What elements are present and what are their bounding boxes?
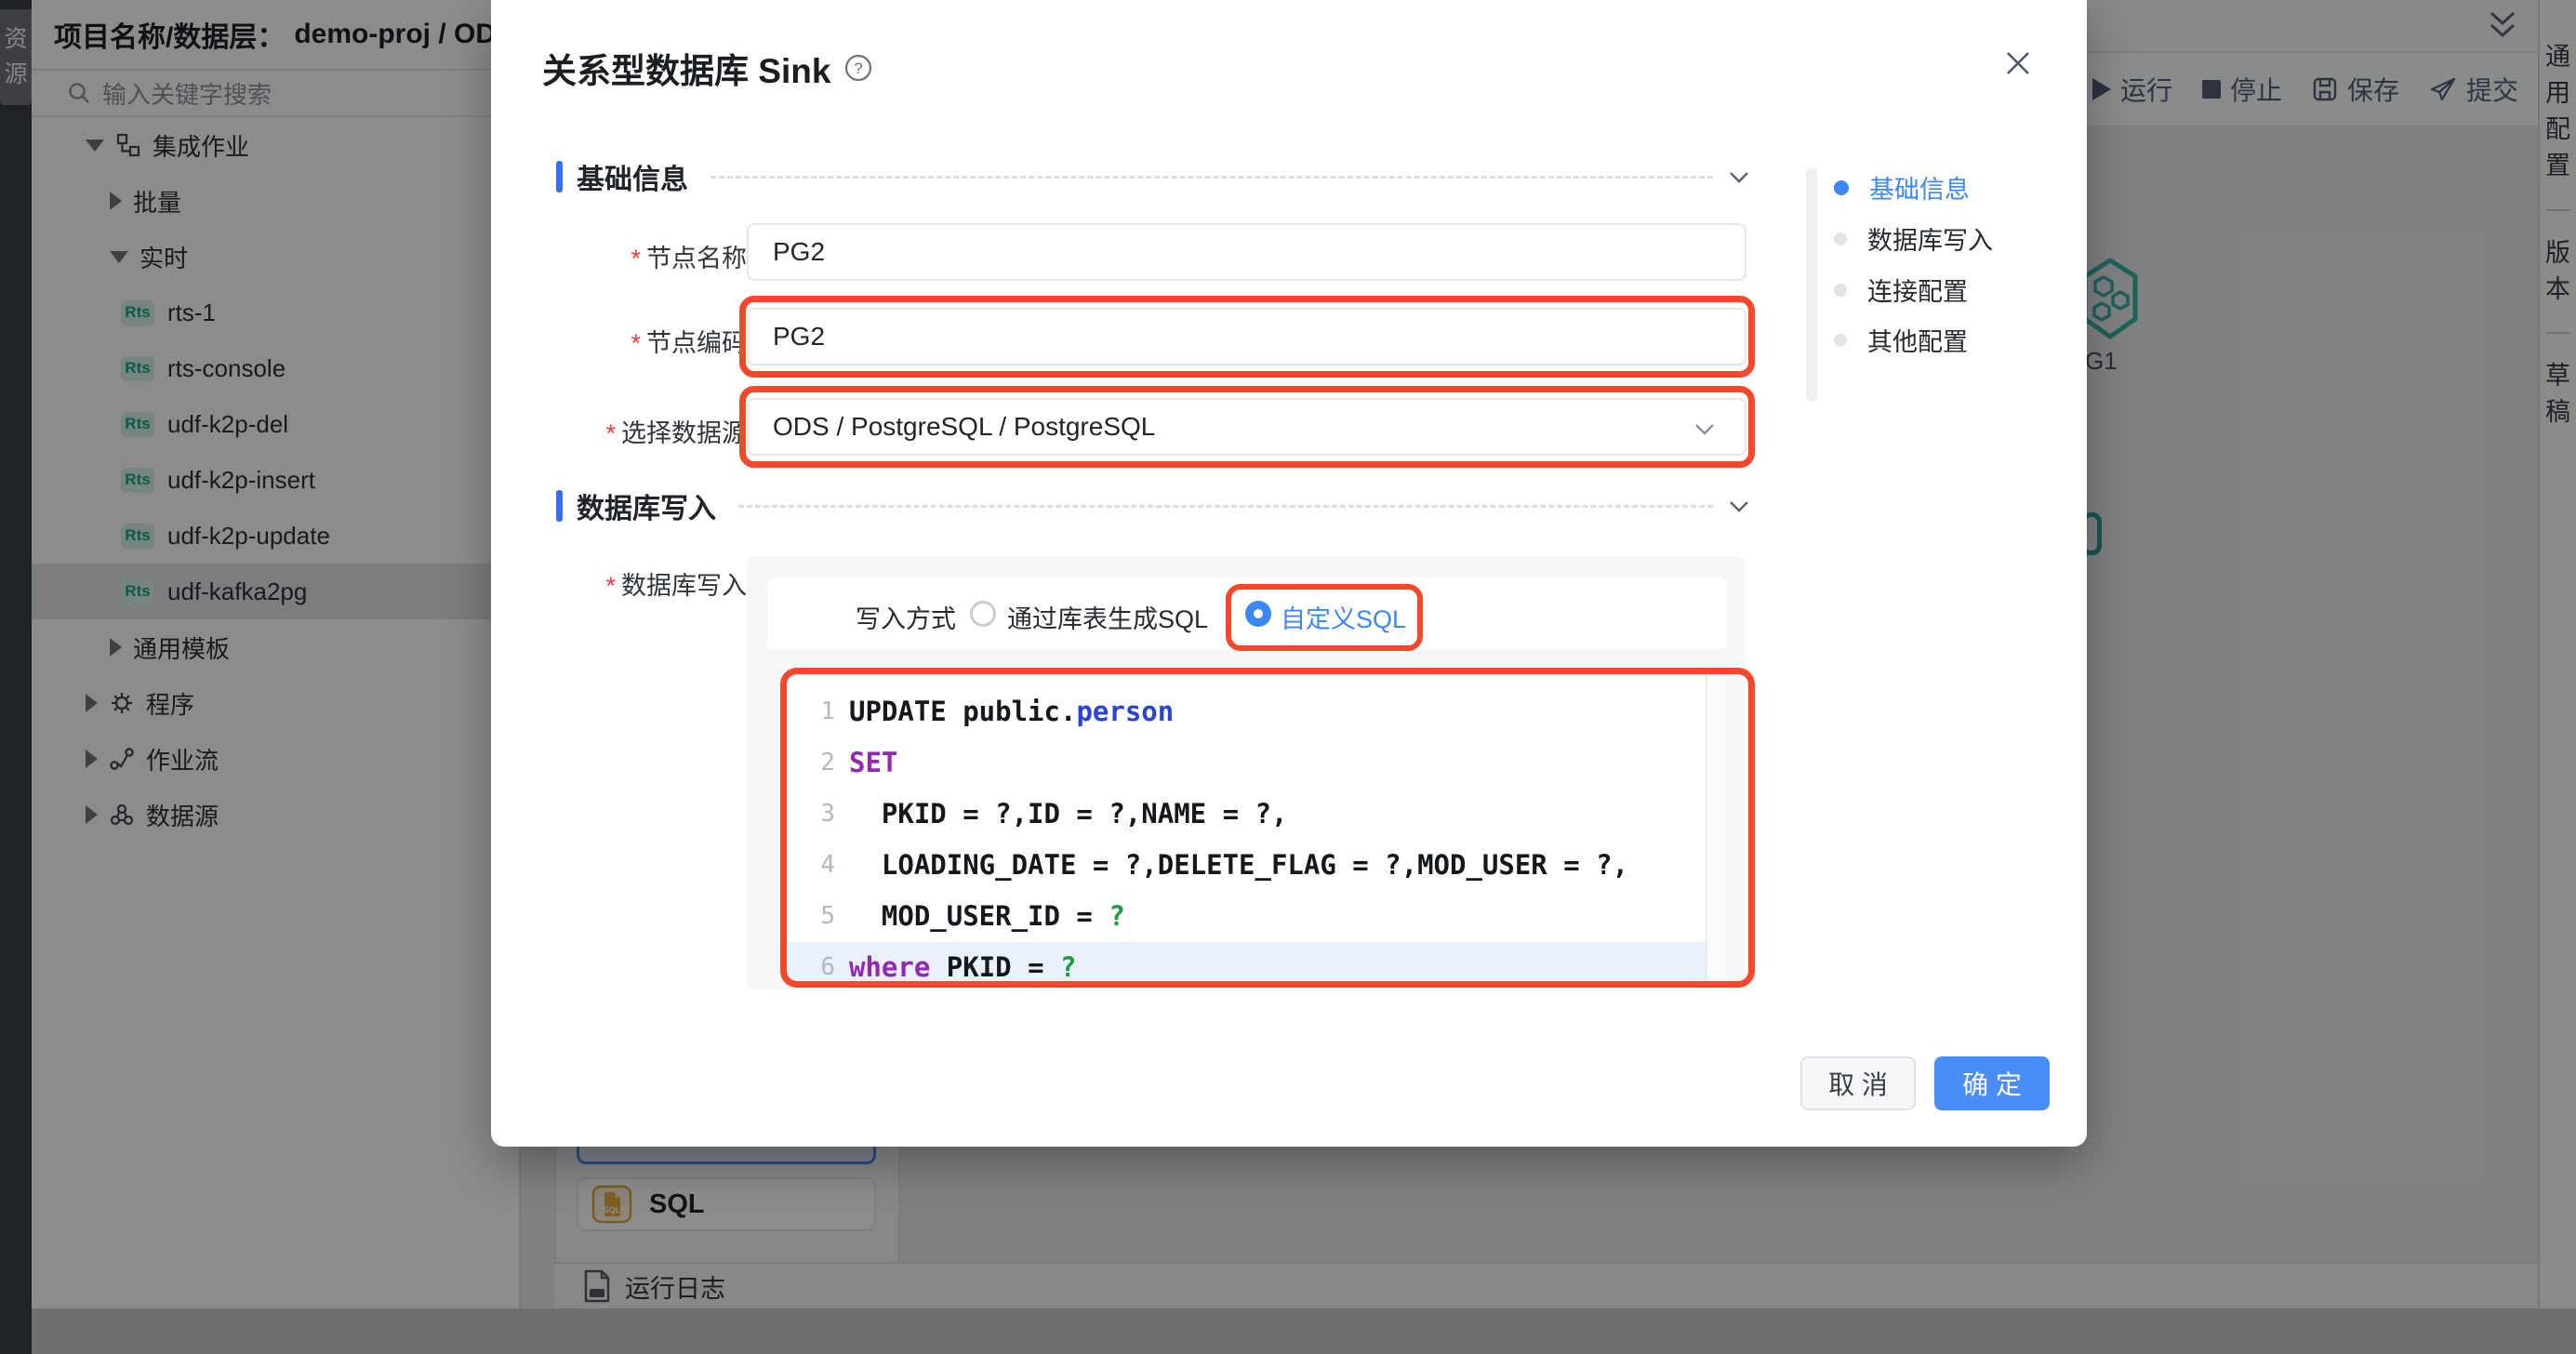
section-basic-info: 基础信息 <box>556 158 1752 195</box>
editor-scroll-gutter[interactable] <box>1707 675 1726 984</box>
section-db-write: 数据库写入 <box>556 487 1752 524</box>
sql-editor[interactable]: 1 2 3 4 5 6 UPDATE public.person SET PKI… <box>787 675 1726 984</box>
cancel-button[interactable]: 取 消 <box>1800 1056 1916 1110</box>
radio-generate-sql[interactable] <box>970 601 996 627</box>
line-numbers: 1 2 3 4 5 6 <box>787 686 835 984</box>
node-name-label: *节点名称 <box>556 238 747 274</box>
option-custom-sql[interactable]: 自定义SQL <box>1281 599 1406 635</box>
anchor-basic-info[interactable]: 基础信息 <box>1834 169 1970 206</box>
section-accent-bar <box>556 161 563 192</box>
svg-text:?: ? <box>855 60 863 77</box>
node-code-input[interactable]: PG2 <box>747 308 1746 365</box>
radio-custom-sql[interactable] <box>1245 601 1271 627</box>
confirm-button[interactable]: 确 定 <box>1934 1056 2050 1110</box>
chevron-down-icon <box>1693 417 1717 446</box>
dot-icon <box>1834 334 1847 347</box>
anchor-rail <box>1806 167 1817 402</box>
chevron-down-icon[interactable] <box>1726 494 1752 518</box>
datasource-label: *选择数据源 <box>556 413 747 449</box>
dot-icon <box>1834 232 1847 246</box>
db-write-label: *数据库写入 <box>556 565 747 602</box>
app-window: 资源 项目名称/数据层： demo-proj / ODS 输入关键字搜索 集成作… <box>0 0 2576 1354</box>
help-icon[interactable]: ? <box>843 53 873 83</box>
anchor-other-config[interactable]: 其他配置 <box>1834 322 1968 358</box>
sql-code: UPDATE public.person SET PKID = ?,ID = ?… <box>849 686 1628 984</box>
dialog-title: 关系型数据库 Sink <box>542 43 830 93</box>
datasource-select[interactable]: ODS / PostgreSQL / PostgreSQL <box>747 398 1746 456</box>
section-accent-bar <box>556 490 563 522</box>
sink-config-dialog: 关系型数据库 Sink ? 基础信息 *节点名称 PG2 *节点编码 PG2 *… <box>491 0 2087 1147</box>
anchor-connection-config[interactable]: 连接配置 <box>1834 272 1968 308</box>
dashed-divider <box>710 176 1713 179</box>
close-icon[interactable] <box>1999 45 2037 82</box>
dot-icon <box>1834 180 1849 195</box>
dot-icon <box>1834 284 1847 297</box>
write-mode-box: 写入方式 通过库表生成SQL 自定义SQL <box>767 578 1727 649</box>
write-mode-label: 写入方式 <box>856 599 956 635</box>
dashed-divider <box>738 505 1713 508</box>
option-generate-sql[interactable]: 通过库表生成SQL <box>1007 599 1208 635</box>
anchor-db-write[interactable]: 数据库写入 <box>1834 220 1993 257</box>
chevron-down-icon[interactable] <box>1726 165 1752 189</box>
db-write-panel: 写入方式 通过库表生成SQL 自定义SQL 1 2 3 4 5 6 UP <box>747 556 1745 989</box>
node-name-input[interactable]: PG2 <box>747 223 1746 281</box>
node-code-label: *节点编码 <box>556 323 747 359</box>
